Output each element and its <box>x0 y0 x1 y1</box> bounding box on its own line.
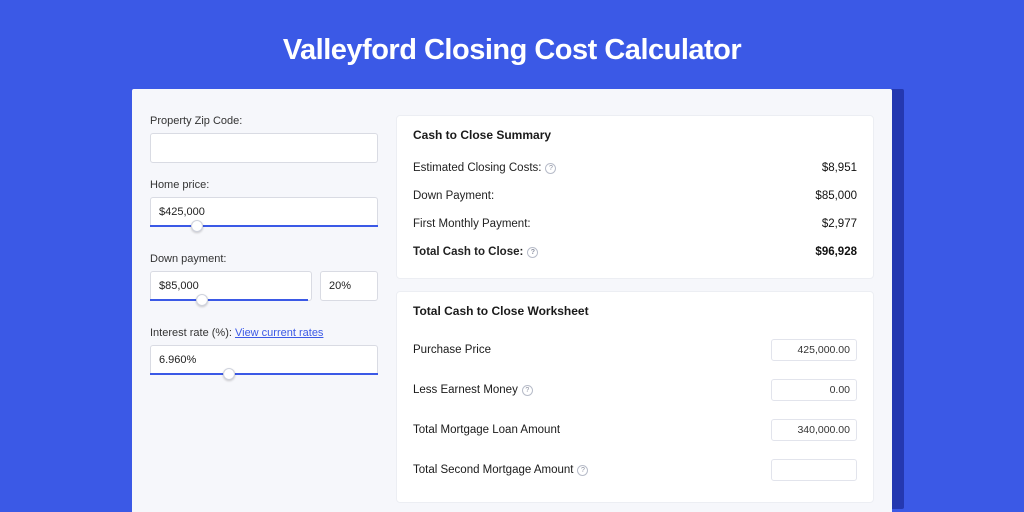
help-icon[interactable]: ? <box>577 465 588 476</box>
summary-value: $96,928 <box>815 246 857 258</box>
zip-input[interactable] <box>150 133 378 163</box>
down-payment-slider[interactable] <box>150 301 378 311</box>
calculator-card: Property Zip Code: Home price: Down paym… <box>132 89 892 512</box>
worksheet-row-purchase-price: Purchase Price <box>413 330 857 370</box>
worksheet-input[interactable] <box>771 339 857 361</box>
worksheet-input[interactable] <box>771 379 857 401</box>
worksheet-label: Total Mortgage Loan Amount <box>413 424 560 436</box>
summary-value: $85,000 <box>815 190 857 202</box>
worksheet-label: Total Second Mortgage Amount <box>413 464 573 476</box>
interest-rate-input[interactable] <box>150 345 378 375</box>
zip-label: Property Zip Code: <box>150 115 378 127</box>
summary-label: Total Cash to Close: <box>413 246 523 258</box>
summary-row-closing-costs: Estimated Closing Costs: ? $8,951 <box>413 154 857 182</box>
worksheet-row-second-mortgage: Total Second Mortgage Amount ? <box>413 450 857 490</box>
inputs-column: Property Zip Code: Home price: Down paym… <box>150 115 378 512</box>
summary-value: $2,977 <box>822 218 857 230</box>
view-rates-link[interactable]: View current rates <box>235 327 323 339</box>
slider-track <box>150 299 308 301</box>
calculator-wrap: Property Zip Code: Home price: Down paym… <box>132 89 892 512</box>
home-price-input[interactable] <box>150 197 378 227</box>
page-title: Valleyford Closing Cost Calculator <box>0 0 1024 89</box>
zip-field: Property Zip Code: <box>150 115 378 163</box>
down-payment-label: Down payment: <box>150 253 378 265</box>
home-price-field: Home price: <box>150 179 378 237</box>
down-payment-input[interactable] <box>150 271 312 301</box>
summary-row-total: Total Cash to Close: ? $96,928 <box>413 238 857 266</box>
down-payment-pct-input[interactable] <box>320 271 378 301</box>
slider-track <box>150 225 378 227</box>
help-icon[interactable]: ? <box>545 163 556 174</box>
worksheet-title: Total Cash to Close Worksheet <box>413 304 857 318</box>
summary-row-first-payment: First Monthly Payment: $2,977 <box>413 210 857 238</box>
worksheet-panel: Total Cash to Close Worksheet Purchase P… <box>396 291 874 503</box>
interest-rate-label: Interest rate (%): View current rates <box>150 327 378 339</box>
worksheet-input[interactable] <box>771 419 857 441</box>
summary-title: Cash to Close Summary <box>413 128 857 142</box>
summary-label: First Monthly Payment: <box>413 218 531 230</box>
help-icon[interactable]: ? <box>522 385 533 396</box>
down-payment-field: Down payment: <box>150 253 378 311</box>
slider-thumb[interactable] <box>223 368 235 380</box>
slider-track <box>150 373 378 375</box>
help-icon[interactable]: ? <box>527 247 538 258</box>
worksheet-row-mortgage-amount: Total Mortgage Loan Amount <box>413 410 857 450</box>
interest-rate-slider[interactable] <box>150 375 378 385</box>
worksheet-label: Purchase Price <box>413 344 491 356</box>
summary-panel: Cash to Close Summary Estimated Closing … <box>396 115 874 279</box>
slider-thumb[interactable] <box>191 220 203 232</box>
worksheet-input[interactable] <box>771 459 857 481</box>
worksheet-row-earnest-money: Less Earnest Money ? <box>413 370 857 410</box>
interest-rate-label-text: Interest rate (%): <box>150 327 232 339</box>
slider-thumb[interactable] <box>196 294 208 306</box>
home-price-label: Home price: <box>150 179 378 191</box>
worksheet-label: Less Earnest Money <box>413 384 518 396</box>
results-column: Cash to Close Summary Estimated Closing … <box>396 115 874 512</box>
summary-label: Estimated Closing Costs: <box>413 162 541 174</box>
home-price-slider[interactable] <box>150 227 378 237</box>
summary-value: $8,951 <box>822 162 857 174</box>
summary-label: Down Payment: <box>413 190 494 202</box>
interest-rate-field: Interest rate (%): View current rates <box>150 327 378 385</box>
summary-row-down-payment: Down Payment: $85,000 <box>413 182 857 210</box>
